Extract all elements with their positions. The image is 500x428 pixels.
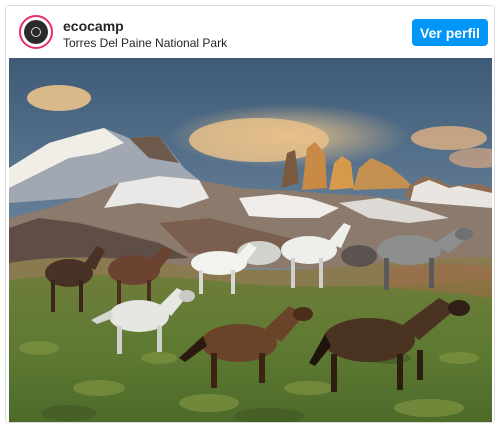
post-photo[interactable] bbox=[9, 58, 492, 422]
post-card: ecocamp Torres Del Paine National Park V… bbox=[5, 5, 495, 423]
view-profile-button[interactable]: Ver perfil bbox=[412, 19, 488, 46]
post-header: ecocamp Torres Del Paine National Park V… bbox=[6, 6, 494, 58]
username-link[interactable]: ecocamp bbox=[63, 18, 124, 34]
location-link[interactable]: Torres Del Paine National Park bbox=[63, 36, 227, 50]
profile-avatar[interactable] bbox=[19, 15, 53, 49]
horses-landscape-image bbox=[9, 58, 492, 422]
ecocamp-logo-icon bbox=[24, 20, 48, 44]
